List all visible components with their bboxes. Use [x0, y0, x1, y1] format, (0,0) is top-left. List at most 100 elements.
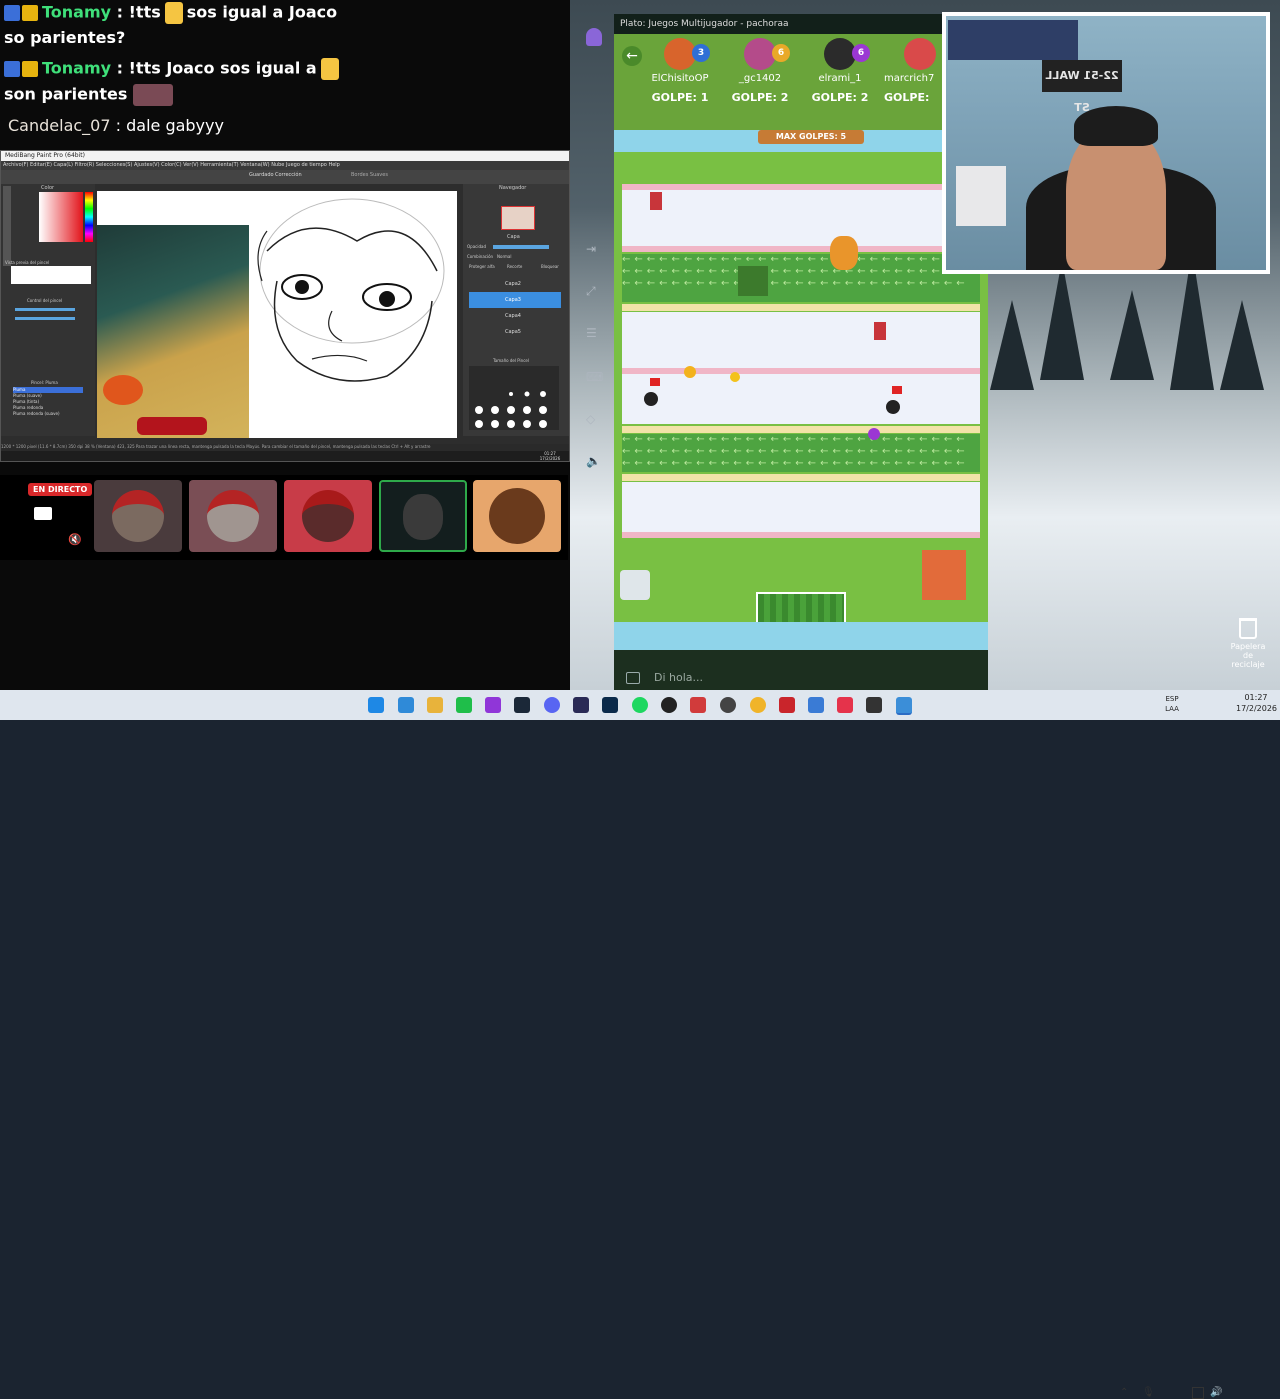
brush-size-title: Tamaño del Pincel — [493, 358, 529, 363]
brush-list: Pluma Pluma (suave) Pluma (tinta) Pluma … — [13, 387, 83, 417]
blend-select[interactable]: Normal — [497, 254, 511, 259]
brush-size-grid[interactable] — [469, 366, 559, 430]
inner-clock-date: 17/2/2026 — [539, 456, 561, 461]
layer-row[interactable]: Capa3 — [469, 292, 561, 308]
expand-icon[interactable]: ⤢ — [586, 284, 600, 298]
live-badge: EN DIRECTO — [28, 483, 93, 496]
tag-icon[interactable]: ◇ — [586, 412, 600, 426]
exit-icon[interactable]: ⇥ — [586, 242, 600, 256]
discord-icon[interactable] — [544, 697, 560, 713]
settings-sliders-icon[interactable]: ☰ — [586, 326, 600, 340]
chat-message: Tonamy : !tts sos igual a Joaco — [4, 2, 337, 24]
player-score: GOLPE: 2 — [731, 91, 789, 104]
webcam-feed: 22-51 WALL ST — [946, 16, 1266, 270]
chevron-up-icon[interactable]: ⌃ — [1120, 1387, 1128, 1398]
lock-checkbox[interactable]: Bloquear — [541, 264, 559, 269]
brush-opacity-slider[interactable] — [15, 317, 75, 320]
participant-tile[interactable] — [94, 480, 182, 552]
golf-ball[interactable] — [684, 366, 696, 378]
app-icon[interactable] — [485, 697, 501, 713]
chat-username[interactable]: Tonamy — [42, 59, 111, 78]
golf-ball[interactable] — [868, 428, 880, 440]
chat-username[interactable]: Tonamy — [42, 3, 111, 22]
photoshop-icon[interactable] — [602, 697, 618, 713]
xbox-icon[interactable] — [456, 697, 472, 713]
participant-avatar — [489, 488, 545, 544]
participant-tile[interactable] — [473, 480, 561, 552]
settings-icon[interactable] — [720, 697, 736, 713]
start-icon[interactable] — [368, 697, 384, 713]
active-app-icon[interactable] — [896, 697, 912, 715]
recycle-bin[interactable]: Papelera de reciclaje — [1226, 618, 1270, 669]
drawing-canvas[interactable] — [97, 191, 457, 438]
app-icon[interactable] — [837, 697, 853, 713]
layer-opacity-slider[interactable] — [493, 245, 549, 249]
volume-icon[interactable]: 🔊 — [1210, 1387, 1222, 1398]
golf-ball[interactable] — [730, 372, 740, 382]
streamer-hair — [1074, 106, 1158, 146]
wallpaper-tree — [1220, 300, 1264, 390]
paint-left-panels: Color Vista previa del pincel Control de… — [1, 184, 95, 436]
brush-size-dots — [475, 391, 547, 428]
keyboard-icon[interactable]: ⌨ — [586, 370, 603, 384]
wallpaper-tree — [990, 300, 1034, 390]
paint-menu-bar[interactable]: Archivo(F) Editar(E) Capa(L) Filtro(R) S… — [1, 161, 569, 170]
hue-slider[interactable] — [85, 192, 93, 242]
app-icon[interactable] — [779, 697, 795, 713]
blend-label: Combinación — [467, 254, 494, 259]
player-avatar: 6 — [744, 38, 790, 70]
protect-alpha-checkbox[interactable]: Proteger alfa — [469, 264, 495, 269]
player-card[interactable]: 6 _gc1402 GOLPE: 2 — [720, 38, 800, 104]
tool-column[interactable] — [3, 186, 11, 266]
app-icon[interactable] — [808, 697, 824, 713]
paint-right-panels: Navegador Capa Opacidad Combinación Norm… — [463, 184, 569, 436]
conveyor-lane: ←←←←←←←←←←←←←←←←←←←←←←←←←←←← ←←←←←←←←←←←←… — [622, 434, 980, 472]
chat-username[interactable]: Candelac_07 — [8, 116, 111, 135]
language-indicator[interactable]: ESP LAA — [1162, 694, 1182, 714]
player-card[interactable]: marcrich7 GOLPE: — [884, 38, 944, 104]
file-explorer-icon[interactable] — [427, 697, 443, 713]
brush-item[interactable]: Pluma redonda (suave) — [13, 411, 83, 417]
layer-row[interactable]: Capa5 — [469, 324, 561, 340]
clipping-checkbox[interactable]: Recorte — [507, 264, 522, 269]
player-score: GOLPE: — [884, 91, 930, 104]
notepad-icon[interactable] — [398, 697, 414, 713]
color-picker[interactable] — [39, 192, 83, 242]
conveyor-lane: ←←←←←←←←←←←←←←←←←←←←←←←←←←←← ←←←←←←←←←←←←… — [622, 254, 980, 302]
chat-icon — [626, 672, 640, 684]
player-card[interactable]: 3 ElChisitoOP GOLPE: 1 — [640, 38, 720, 104]
player-name: marcrich7 — [884, 73, 935, 84]
ice-lane — [622, 374, 980, 424]
premiere-icon[interactable] — [573, 697, 589, 713]
steam-icon[interactable] — [514, 697, 530, 713]
participant-tile[interactable] — [284, 480, 372, 552]
conveyor-arrows: ←←←←←←←←←←←←←←←←←←←←←←←←←←←← ←←←←←←←←←←←←… — [622, 254, 969, 289]
brush-size-slider[interactable] — [15, 308, 75, 311]
github-icon[interactable] — [661, 697, 677, 713]
screen-share-icon[interactable] — [34, 507, 52, 520]
participant-video — [403, 494, 443, 540]
microphone-icon[interactable]: 🎙 — [1142, 1387, 1155, 1398]
muted-icon[interactable]: 🔇 — [68, 533, 82, 546]
golf-course[interactable]: MAX GOLPES: 5 ←←←←←←←←←←←←←←←←←←←←←←←←←←… — [614, 130, 988, 650]
ghost-icon[interactable] — [586, 28, 602, 46]
layer-row[interactable]: Capa2 — [469, 276, 561, 292]
volume-icon[interactable]: 🔈 — [586, 454, 601, 468]
correction-label: Corrección — [275, 172, 302, 178]
streamer — [1066, 126, 1166, 270]
participant-tile[interactable] — [189, 480, 277, 552]
back-arrow-icon[interactable]: ← — [622, 46, 642, 66]
spotify-icon[interactable] — [632, 697, 648, 713]
layer-row[interactable]: Capa4 — [469, 308, 561, 324]
crown-badge-icon — [22, 5, 38, 21]
player-card[interactable]: 6 elrami_1 GOLPE: 2 — [800, 38, 880, 104]
network-icon[interactable] — [1192, 1387, 1204, 1399]
navigator-thumbnail[interactable] — [501, 206, 535, 230]
chrome-icon[interactable] — [750, 697, 766, 713]
players-header: ← 3 ElChisitoOP GOLPE: 1 6 _gc1402 GOLPE… — [614, 34, 988, 130]
participant-tile[interactable] — [379, 480, 467, 552]
valorant-icon[interactable] — [690, 697, 706, 713]
taskbar-clock[interactable]: 01:27 17/2/2026 — [1236, 692, 1277, 714]
chat-input[interactable]: Di hola... — [654, 666, 954, 690]
app-icon[interactable] — [866, 697, 882, 713]
